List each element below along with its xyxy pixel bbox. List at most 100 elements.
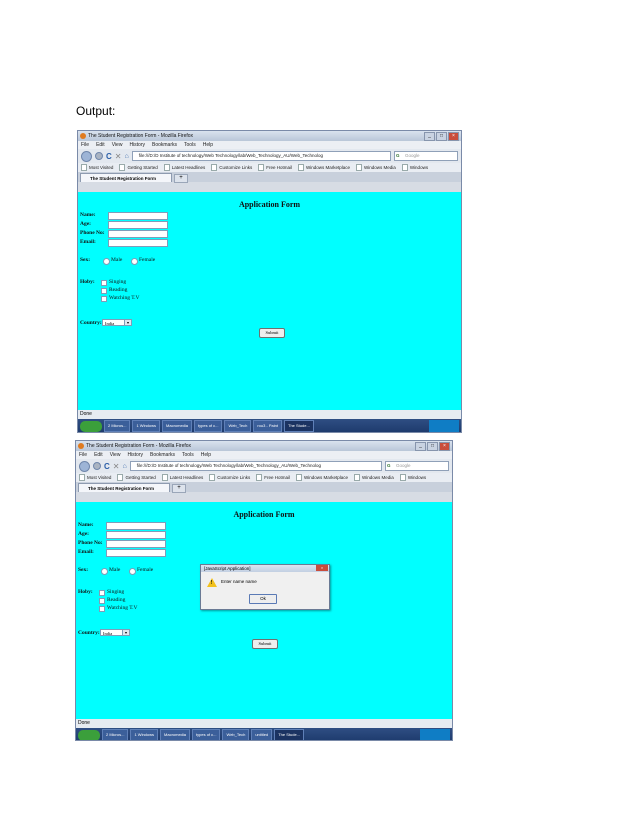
stop-icon[interactable]: ✕ (113, 462, 120, 471)
close-button[interactable]: × (448, 132, 459, 141)
window-titlebar: The Student Registration Form - Mozilla … (76, 441, 452, 451)
menu-file[interactable]: File (79, 451, 87, 459)
taskbar-item[interactable]: 2 Micros... (104, 420, 131, 432)
taskbar-item[interactable]: Web_Tech (222, 729, 250, 740)
home-icon[interactable]: ⌂ (124, 153, 128, 160)
back-icon[interactable] (81, 150, 92, 162)
reload-icon[interactable]: C (104, 462, 110, 471)
menu-edit[interactable]: Edit (94, 451, 103, 459)
email-field[interactable] (106, 549, 166, 557)
new-tab-button[interactable]: + (174, 174, 188, 183)
menu-tools[interactable]: Tools (182, 451, 194, 459)
male-radio[interactable] (103, 258, 110, 265)
bookmark-item[interactable]: Windows Marketplace (296, 473, 348, 482)
google-icon: G (387, 463, 391, 468)
menu-file[interactable]: File (81, 141, 89, 149)
forward-icon[interactable] (93, 462, 101, 470)
taskbar-item[interactable]: 1 Windows (130, 729, 159, 740)
ok-button[interactable]: Ok (249, 594, 277, 604)
search-input[interactable]: G Google (394, 151, 458, 161)
new-tab-button[interactable]: + (172, 484, 186, 493)
watching-tv-checkbox[interactable] (99, 606, 105, 612)
bookmark-item[interactable]: Windows Media (354, 473, 394, 482)
menu-view[interactable]: View (112, 141, 123, 149)
phone-field[interactable] (108, 230, 168, 238)
taskbar-item[interactable]: 1 Windows (132, 420, 161, 432)
maximize-button[interactable]: □ (436, 132, 447, 141)
country-select[interactable]: India ▾ (100, 629, 130, 636)
menu-help[interactable]: Help (203, 141, 213, 149)
tab-student-registration[interactable]: The Student Registration Form (80, 173, 172, 182)
start-button[interactable] (78, 729, 100, 740)
bookmark-item[interactable]: Free Hotmail (258, 163, 292, 172)
tab-student-registration[interactable]: The Student Registration Form (78, 483, 170, 492)
watching-tv-checkbox[interactable] (101, 296, 107, 302)
bookmark-item[interactable]: Free Hotmail (256, 473, 290, 482)
bookmark-item[interactable]: Windows Media (356, 163, 396, 172)
menu-bookmarks[interactable]: Bookmarks (150, 451, 175, 459)
reading-checkbox[interactable] (101, 288, 107, 294)
female-radio[interactable] (129, 568, 136, 575)
dialog-close-button[interactable]: × (316, 565, 328, 571)
name-label: Name: (80, 212, 96, 218)
reload-icon[interactable]: C (106, 152, 112, 161)
email-field[interactable] (108, 239, 168, 247)
country-select[interactable]: India ▾ (102, 319, 132, 326)
firefox-icon (78, 443, 84, 449)
taskbar-item[interactable]: types of c... (194, 420, 223, 432)
phone-field[interactable] (106, 540, 166, 548)
search-input[interactable]: G Google (385, 461, 449, 471)
minimize-button[interactable]: _ (424, 132, 435, 141)
start-button[interactable] (80, 420, 102, 432)
close-button[interactable]: × (439, 442, 450, 451)
bookmark-item[interactable]: Windows Marketplace (298, 163, 350, 172)
age-field[interactable] (108, 221, 168, 229)
taskbar-item[interactable]: Macromedia (160, 729, 191, 740)
forward-icon[interactable] (95, 152, 103, 160)
female-radio[interactable] (131, 258, 138, 265)
menu-help[interactable]: Help (201, 451, 211, 459)
url-bar[interactable]: file:///D:/D Institute of technology/Web… (131, 151, 391, 161)
name-field[interactable] (108, 212, 168, 220)
taskbar-item[interactable]: rou3 - Paint (253, 420, 282, 432)
menu-bookmarks[interactable]: Bookmarks (152, 141, 177, 149)
taskbar-item[interactable]: 2 Micros... (102, 729, 129, 740)
maximize-button[interactable]: □ (427, 442, 438, 451)
bookmark-item[interactable]: Most Visited (79, 473, 111, 482)
bookmark-item[interactable]: Customize Links (211, 163, 252, 172)
name-field[interactable] (106, 522, 166, 530)
menu-history[interactable]: History (129, 141, 145, 149)
bookmark-item[interactable]: Most Visited (81, 163, 113, 172)
bookmark-item[interactable]: Latest Headlines (164, 163, 206, 172)
back-icon[interactable] (79, 460, 90, 472)
menu-view[interactable]: View (110, 451, 121, 459)
menu-history[interactable]: History (127, 451, 143, 459)
taskbar-item[interactable]: types of c... (192, 729, 221, 740)
taskbar-item[interactable]: The Stude... (284, 420, 314, 432)
age-field[interactable] (106, 531, 166, 539)
watching-tv-label: Watching T.V (107, 605, 138, 611)
singing-checkbox[interactable] (99, 590, 105, 596)
bookmark-item[interactable]: Windows (402, 163, 428, 172)
taskbar-item[interactable]: The Stude... (274, 729, 305, 740)
bookmark-item[interactable]: Customize Links (209, 473, 250, 482)
taskbar-item[interactable]: Macromedia (162, 420, 193, 432)
male-radio[interactable] (101, 568, 108, 575)
bookmark-item[interactable]: Getting Started (119, 163, 157, 172)
submit-button[interactable]: Submit (259, 328, 285, 338)
menu-tools[interactable]: Tools (184, 141, 196, 149)
minimize-button[interactable]: _ (415, 442, 426, 451)
taskbar-item[interactable]: Web_Tech (224, 420, 252, 432)
url-bar[interactable]: file:///D:/D Institute of technology/Web… (129, 461, 382, 471)
home-icon[interactable]: ⌂ (122, 463, 126, 470)
submit-button[interactable]: Submit (252, 639, 278, 649)
stop-icon[interactable]: ✕ (115, 152, 122, 161)
menu-edit[interactable]: Edit (96, 141, 105, 149)
reading-label: Reading (107, 597, 126, 603)
taskbar-item[interactable]: untitled (251, 729, 273, 740)
reading-checkbox[interactable] (99, 598, 105, 604)
bookmark-item[interactable]: Windows (400, 473, 426, 482)
bookmark-item[interactable]: Latest Headlines (162, 473, 204, 482)
singing-checkbox[interactable] (101, 280, 107, 286)
bookmark-item[interactable]: Getting Started (117, 473, 155, 482)
